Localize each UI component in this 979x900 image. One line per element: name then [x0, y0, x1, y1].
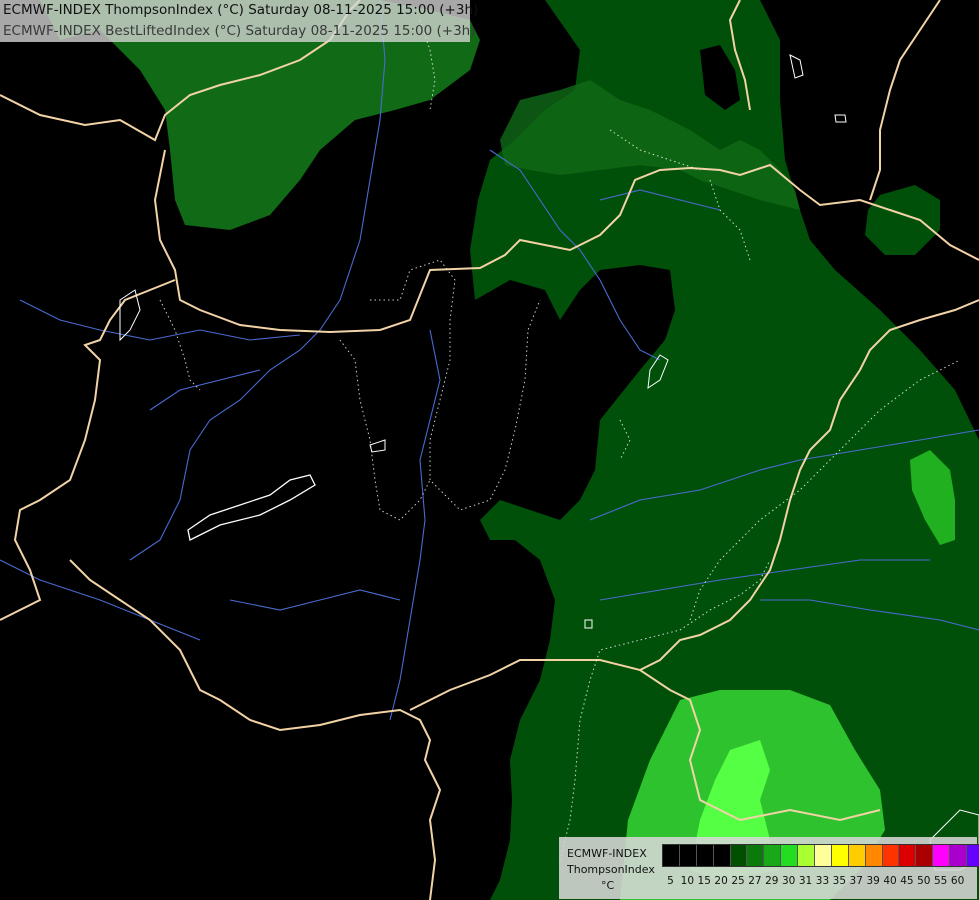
legend-tick-label: 10 — [680, 875, 695, 887]
map-title-best-lifted-index: ECMWF-INDEX BestLiftedIndex (°C) Saturda… — [0, 21, 476, 42]
legend-swatch — [798, 845, 816, 866]
map-title-thompson-index: ECMWF-INDEX ThompsonIndex (°C) Saturday … — [0, 0, 478, 21]
legend-swatch — [764, 845, 782, 866]
legend-tick-label: 45 — [900, 875, 914, 887]
legend-swatch — [865, 845, 883, 866]
legend-swatch — [815, 845, 832, 866]
legend-tick-label: 40 — [883, 875, 897, 887]
legend-swatch — [781, 845, 799, 866]
legend-swatch — [663, 845, 680, 866]
legend-unit: °C — [601, 879, 615, 892]
legend-swatch — [747, 845, 765, 866]
legend-tick-label: 35 — [832, 875, 847, 887]
legend-swatches — [662, 844, 979, 867]
legend-swatch — [679, 845, 697, 866]
legend-tick-label: 60 — [950, 875, 965, 887]
legend-swatch — [967, 845, 979, 866]
legend-tick-label: 27 — [748, 875, 762, 887]
legend-swatch — [831, 845, 849, 866]
legend-tick-label: 39 — [866, 875, 880, 887]
legend-swatch — [848, 845, 866, 866]
legend-tick-label: 33 — [815, 875, 830, 887]
weather-map — [0, 0, 979, 900]
legend-tick-label: 50 — [917, 875, 931, 887]
legend-swatch — [696, 845, 714, 866]
color-legend: ECMWF-INDEX ThompsonIndex °C 5 10 15 20 25 27… — [559, 837, 979, 899]
legend-swatch — [916, 845, 934, 866]
legend-parameter: ThompsonIndex — [567, 863, 655, 876]
legend-tick-label: 15 — [697, 875, 711, 887]
legend-swatch — [933, 845, 951, 866]
legend-model: ECMWF-INDEX — [567, 847, 647, 860]
legend-ticks: 5 10 15 20 25 27 29 30 31 33 35 37 39 40 45 50 55 60 — [662, 875, 970, 887]
legend-swatch — [713, 845, 731, 866]
legend-tick-label: 25 — [731, 875, 745, 887]
legend-tick-label: 31 — [798, 875, 813, 887]
legend-tick-label: 29 — [765, 875, 779, 887]
legend-tick-label: 20 — [714, 875, 728, 887]
legend-swatch — [882, 845, 900, 866]
legend-swatch — [730, 845, 748, 866]
legend-tick-label: 55 — [934, 875, 948, 887]
legend-tick-label: 5 — [667, 875, 674, 887]
legend-tick-label: 30 — [781, 875, 796, 887]
legend-swatch — [950, 845, 968, 866]
legend-tick-label: 37 — [849, 875, 863, 887]
legend-swatch — [899, 845, 917, 866]
